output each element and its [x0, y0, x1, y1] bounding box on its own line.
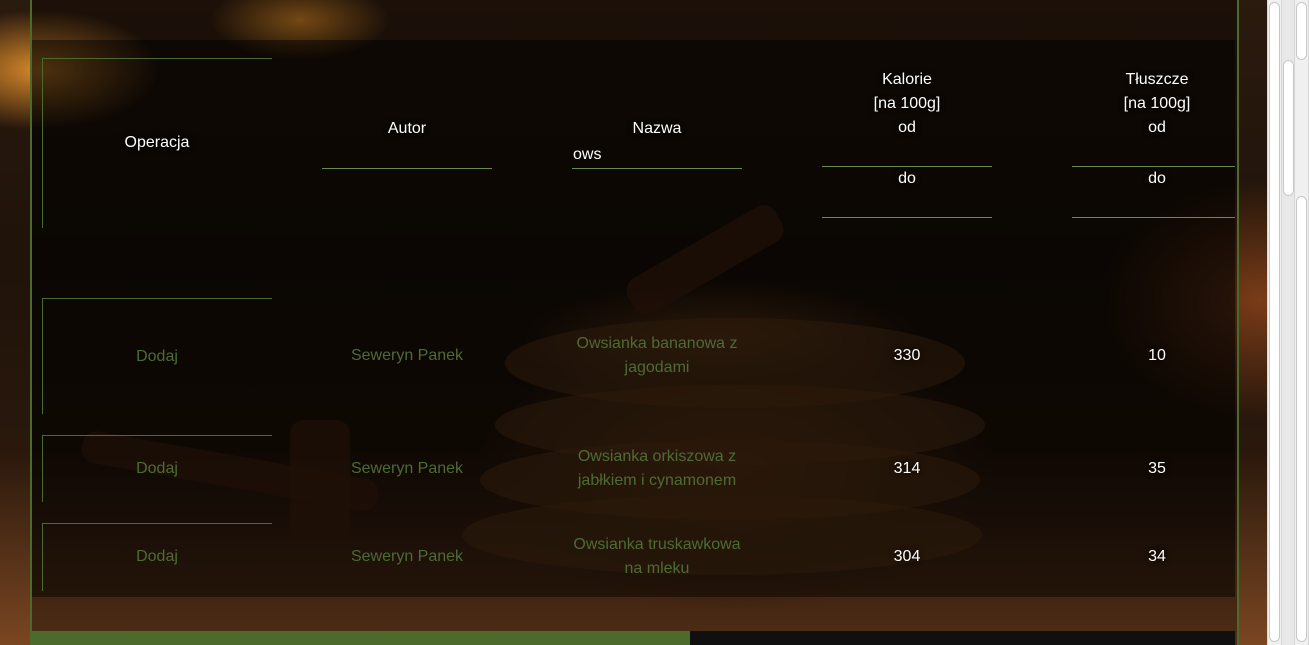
page-scrollbar[interactable] [1294, 0, 1309, 645]
row-author: Seweryn Panek [350, 460, 464, 477]
add-button[interactable]: Dodaj [42, 457, 272, 481]
page-scrollbar-thumb-top[interactable] [1296, 2, 1307, 60]
row-fat: 34 [1148, 548, 1166, 565]
author-filter-underline [322, 168, 492, 169]
row-author: Seweryn Panek [350, 548, 464, 565]
row-calories: 304 [893, 548, 921, 565]
header-fat-unit: [na 100g] [1123, 95, 1191, 112]
row-name-line: jagodami [624, 359, 690, 376]
header-fat: Tłuszcze [na 100g] od [1072, 68, 1242, 140]
row-calories: 330 [893, 347, 921, 364]
row-border [42, 435, 272, 436]
row-name-line: Owsianka orkiszowa z [577, 448, 737, 465]
header-fat-title: Tłuszcze [1125, 71, 1189, 88]
header-cell-border [42, 58, 272, 59]
inner-scrollbar[interactable] [1267, 0, 1282, 645]
fat-from-input[interactable] [1072, 142, 1235, 164]
header-name: Nazwa [632, 120, 682, 137]
author-filter-input[interactable] [322, 144, 492, 166]
header-calories-from: od [898, 119, 916, 136]
calories-to-input[interactable] [822, 193, 992, 215]
page-scrollbar-thumb[interactable] [1296, 196, 1307, 642]
header-calories-to: do [898, 170, 916, 187]
inner-scrollbar-thumb[interactable] [1269, 2, 1280, 642]
row-name-line: jabłkiem i cynamonem [577, 472, 737, 489]
header-calories: Kalorie [na 100g] od [822, 68, 992, 140]
row-name-line: na mleku [624, 560, 690, 577]
calories-from-input[interactable] [822, 142, 992, 164]
row-fat: 35 [1148, 460, 1166, 477]
add-button[interactable]: Dodaj [42, 345, 272, 369]
row-name-line: Owsianka bananowa z [576, 335, 738, 352]
fat-to-input[interactable] [1072, 193, 1235, 215]
progress-bar [32, 631, 1235, 645]
scrollbar-gutter [1281, 0, 1295, 645]
name-filter-input[interactable] [573, 144, 741, 166]
row-author: Seweryn Panek [350, 347, 464, 364]
add-button[interactable]: Dodaj [42, 545, 272, 569]
row-fat: 10 [1148, 347, 1166, 364]
row-name: Owsianka truskawkowa na mleku [562, 533, 752, 581]
row-name: Owsianka bananowa z jagodami [562, 332, 752, 380]
gutter-thumb[interactable] [1283, 60, 1294, 196]
header-calories-unit: [na 100g] [873, 95, 941, 112]
header-operation: Operacja [124, 134, 190, 151]
calories-to-underline [822, 217, 992, 218]
row-name: Owsianka orkiszowa z jabłkiem i cynamone… [562, 445, 752, 493]
row-calories: 314 [893, 460, 921, 477]
header-fat-to: do [1148, 170, 1166, 187]
header-author: Autor [387, 120, 427, 137]
fat-to-underline [1072, 217, 1235, 218]
progress-bar-fill [32, 631, 691, 645]
header-fat-from: od [1148, 119, 1166, 136]
name-filter-underline [572, 168, 742, 169]
header-calories-title: Kalorie [882, 71, 932, 88]
row-border [42, 523, 272, 524]
row-border [42, 298, 272, 299]
row-name-line: Owsianka truskawkowa [573, 536, 741, 553]
